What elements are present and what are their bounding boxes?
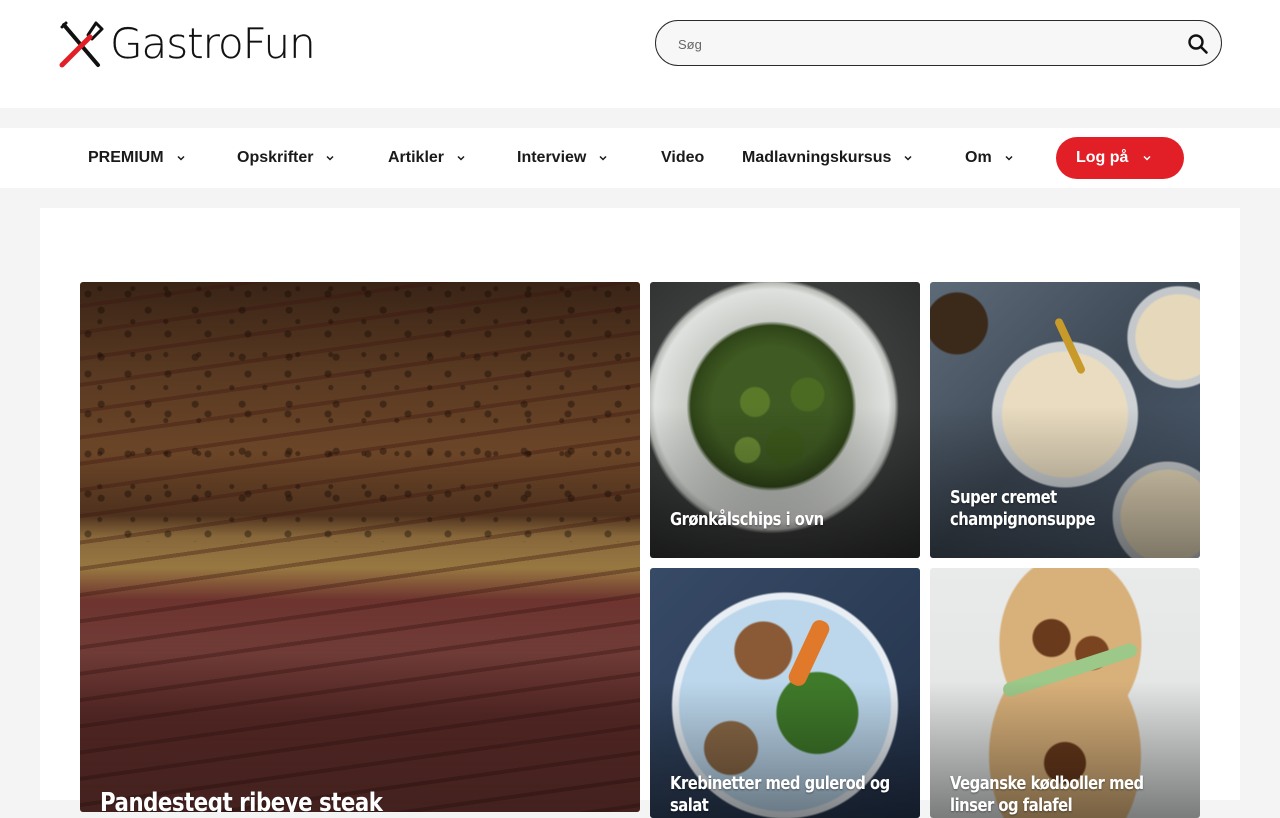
chevron-down-icon [903,153,913,163]
image-overlay [930,406,1200,558]
chevron-down-icon [1004,153,1014,163]
chevron-down-icon [456,153,466,163]
nav-item-madlavningskursus[interactable]: Madlavningskursus [742,128,913,188]
nav-item-premium[interactable]: PREMIUM [88,128,186,188]
recipe-card-krebinetter[interactable]: Krebinetter med gulerod og salat [650,568,920,818]
chevron-down-icon [1142,153,1152,163]
chevron-down-icon [598,153,608,163]
fork-knife-icon [58,19,106,69]
nav-item-label: Video [661,149,704,167]
recipe-card-veganske-kodboller[interactable]: Veganske kødboller med linser og falafel [930,568,1200,818]
nav-item-opskrifter[interactable]: Opskrifter [237,128,335,188]
site-header: GastroFun [0,0,1280,108]
search-input[interactable] [678,33,1158,55]
search-bar [655,20,1222,66]
chevron-down-icon [176,153,186,163]
recipe-title: Pandestegt ribeye steak [100,788,526,812]
recipe-title: Grønkålschips i ovn [670,509,908,531]
login-button[interactable]: Log på [1056,137,1184,179]
nav-item-label: Artikler [388,149,444,167]
search-icon [1187,33,1209,55]
search-button[interactable] [1187,33,1209,55]
nav-item-label: Interview [517,149,586,167]
nav-item-label: Opskrifter [237,149,313,167]
login-label: Log på [1076,149,1128,167]
nav-item-om[interactable]: Om [965,128,1014,188]
nav-item-label: PREMIUM [88,149,164,167]
recipe-title: Super cremet champignonsuppe [950,487,1188,531]
recipe-card-mushroom-soup[interactable]: Super cremet champignonsuppe [930,282,1200,558]
nav-item-interview[interactable]: Interview [517,128,608,188]
recipe-card-kale-chips[interactable]: Grønkålschips i ovn [650,282,920,558]
image-overlay [650,406,920,558]
logo-text: GastroFun [110,18,315,70]
image-overlay [80,521,640,813]
featured-recipes: Pandestegt ribeye steak Grønkålschips i … [40,208,1240,800]
recipe-title: Krebinetter med gulerod og salat [670,773,908,817]
logo[interactable]: GastroFun [58,18,315,70]
nav-item-video[interactable]: Video [661,128,704,188]
recipe-card-ribeye[interactable]: Pandestegt ribeye steak [80,282,640,812]
nav-item-label: Madlavningskursus [742,149,891,167]
main-nav: PREMIUM Opskrifter Artikler Interview Vi… [0,128,1280,188]
nav-item-label: Om [965,149,992,167]
recipe-title: Veganske kødboller med linser og falafel [950,773,1188,817]
chevron-down-icon [325,153,335,163]
nav-item-artikler[interactable]: Artikler [388,128,466,188]
